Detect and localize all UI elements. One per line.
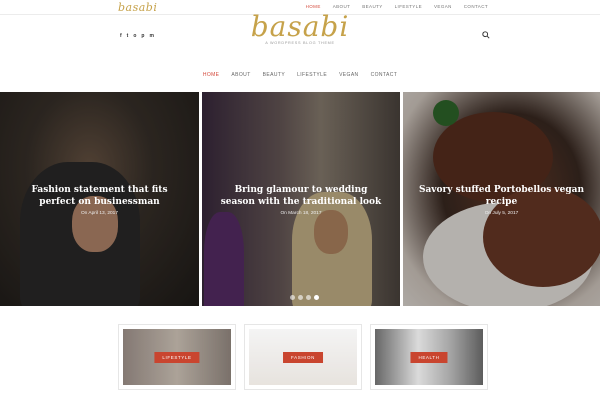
featured-slider: Fashion statement that fits perfect on b… — [0, 92, 600, 306]
slide-1[interactable]: Fashion statement that fits perfect on b… — [0, 92, 199, 306]
slide-2-caption: Bring glamour to wedding season with the… — [202, 184, 400, 216]
mini-logo-text: basabi — [118, 1, 158, 14]
top-nav-lifestyle[interactable]: LIFESTYLE — [395, 4, 422, 9]
slide-2-title[interactable]: Bring glamour to wedding season with the… — [216, 184, 386, 208]
slide-3-caption: Savory stuffed Portobellos vegan recipe … — [403, 184, 600, 216]
social-icons: f t o p m — [120, 33, 154, 39]
category-box-lifestyle[interactable]: LIFESTYLE — [118, 324, 236, 390]
category-fashion-badge[interactable]: FASHION — [283, 352, 323, 363]
slide-2-date: On March 18, 2017 — [280, 211, 322, 216]
category-box-fashion[interactable]: FASHION — [244, 324, 362, 390]
category-health-badge[interactable]: HEALTH — [410, 352, 448, 363]
slide-1-title[interactable]: Fashion statement that fits perfect on b… — [14, 184, 185, 208]
nav-home[interactable]: HOME — [203, 72, 220, 78]
mini-logo[interactable]: basabi — [118, 1, 157, 14]
slider-dots — [290, 295, 319, 300]
email-icon[interactable]: m — [149, 33, 153, 39]
nav-contact[interactable]: CONTACT — [371, 72, 398, 78]
slide-3[interactable]: Savory stuffed Portobellos vegan recipe … — [403, 92, 600, 306]
site-logo-text: basabi — [250, 10, 350, 43]
instagram-icon[interactable]: o — [133, 33, 136, 39]
slide-1-date: On April 13, 2017 — [80, 211, 119, 216]
slider-dot-2[interactable] — [298, 295, 303, 300]
category-lifestyle-badge[interactable]: LIFESTYLE — [154, 352, 200, 363]
top-nav-beauty[interactable]: BEAUTY — [362, 4, 382, 9]
top-nav-vegan[interactable]: VEGAN — [434, 4, 452, 9]
nav-beauty[interactable]: BEAUTY — [263, 72, 285, 78]
twitter-icon[interactable]: t — [127, 33, 129, 39]
top-nav: HOME ABOUT BEAUTY LIFESTYLE VEGAN CONTAC… — [306, 4, 488, 9]
slider-dot-1[interactable] — [290, 295, 295, 300]
facebook-icon[interactable]: f — [120, 33, 122, 39]
nav-about[interactable]: ABOUT — [231, 72, 250, 78]
nav-lifestyle[interactable]: LIFESTYLE — [297, 72, 327, 78]
top-nav-home[interactable]: HOME — [306, 4, 321, 9]
nav-vegan[interactable]: VEGAN — [339, 72, 359, 78]
slide-2[interactable]: Bring glamour to wedding season with the… — [202, 92, 400, 306]
site-logo[interactable]: basabi A WORDPRESS BLOG THEME — [250, 10, 350, 45]
slide-3-date: On July 5, 2017 — [484, 211, 519, 216]
category-box-health[interactable]: HEALTH — [370, 324, 488, 390]
top-nav-about[interactable]: ABOUT — [333, 4, 351, 9]
search-icon[interactable] — [482, 31, 490, 39]
slider-dot-3[interactable] — [306, 295, 311, 300]
slide-3-title[interactable]: Savory stuffed Portobellos vegan recipe — [417, 184, 586, 208]
slide-1-caption: Fashion statement that fits perfect on b… — [0, 184, 199, 216]
top-nav-contact[interactable]: CONTACT — [464, 4, 488, 9]
pinterest-icon[interactable]: p — [141, 33, 144, 39]
main-nav: HOME ABOUT BEAUTY LIFESTYLE VEGAN CONTAC… — [0, 72, 600, 78]
slider-dot-4[interactable] — [314, 295, 319, 300]
